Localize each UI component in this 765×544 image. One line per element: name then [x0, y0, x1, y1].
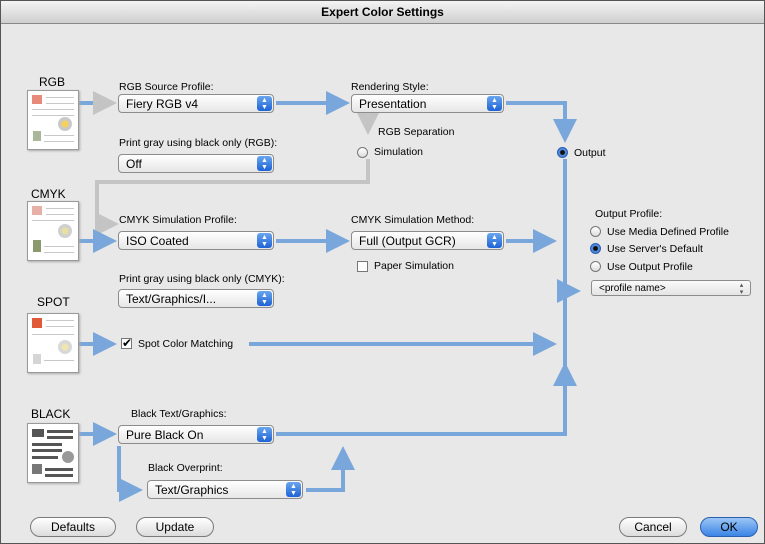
use-output-profile-radio[interactable] [590, 261, 601, 272]
expert-color-settings-window: Expert Color Settings RGB CMYK SPOT BLAC… [0, 0, 765, 544]
black-overprint-value: Text/Graphics [155, 483, 229, 497]
cmyk-document-icon [27, 201, 79, 261]
black-text-graphics-value: Pure Black On [126, 428, 204, 442]
rgb-gray-black-label: Print gray using black only (RGB): [119, 137, 278, 149]
use-servers-default-label: Use Server's Default [607, 243, 703, 255]
black-overprint-label: Black Overprint: [148, 462, 223, 474]
rgb-gray-black-value: Off [126, 157, 142, 171]
updown-arrows-icon: ▲ ▼ [487, 233, 502, 248]
updown-arrows-icon: ▲ ▼ [257, 427, 272, 442]
cmyk-gray-black-value: Text/Graphics/I... [126, 292, 217, 306]
cmyk-gray-black-label: Print gray using black only (CMYK): [119, 273, 285, 285]
black-document-icon [27, 423, 79, 483]
cmyk-simulation-profile-label: CMYK Simulation Profile: [119, 214, 237, 226]
rgb-source-profile-value: Fiery RGB v4 [126, 97, 199, 111]
rgb-document-icon [27, 90, 79, 150]
section-label-spot: SPOT [37, 295, 70, 309]
updown-arrows-icon: ▲ ▼ [257, 233, 272, 248]
rendering-style-label: Rendering Style: [351, 81, 429, 93]
profile-name-popup[interactable]: <profile name> ▴ ▾ [591, 280, 751, 296]
defaults-button[interactable]: Defaults [30, 517, 116, 537]
use-media-defined-profile-label: Use Media Defined Profile [607, 226, 729, 238]
black-text-graphics-label: Black Text/Graphics: [131, 408, 227, 420]
updown-arrows-icon: ▲ ▼ [487, 96, 502, 111]
black-text-graphics-popup[interactable]: Pure Black On ▲ ▼ [118, 425, 274, 444]
cancel-button[interactable]: Cancel [619, 517, 687, 537]
use-output-profile-label: Use Output Profile [607, 261, 693, 273]
rgb-separation-label: RGB Separation [378, 126, 455, 138]
updown-arrows-icon: ▲ ▼ [286, 482, 301, 497]
profile-name-value: <profile name> [599, 283, 666, 294]
spot-color-matching-checkbox[interactable] [121, 336, 132, 350]
section-label-rgb: RGB [39, 75, 66, 89]
rgb-separation-output-radio[interactable] [557, 147, 568, 158]
spot-color-matching-label: Spot Color Matching [138, 338, 234, 350]
use-media-defined-profile-radio[interactable] [590, 226, 601, 237]
cmyk-simulation-method-popup[interactable]: Full (Output GCR) ▲ ▼ [351, 231, 504, 250]
rgb-gray-black-popup[interactable]: Off ▲ ▼ [118, 154, 274, 173]
updown-arrows-icon: ▴ ▾ [739, 282, 744, 296]
simulation-label: Simulation [374, 146, 424, 158]
ok-button[interactable]: OK [700, 517, 758, 537]
updown-arrows-icon: ▲ ▼ [257, 291, 272, 306]
cmyk-simulation-method-label: CMYK Simulation Method: [351, 214, 475, 226]
cmyk-simulation-profile-popup[interactable]: ISO Coated ▲ ▼ [118, 231, 274, 250]
use-servers-default-radio[interactable] [590, 243, 601, 254]
updown-arrows-icon: ▲ ▼ [257, 96, 272, 111]
black-overprint-popup[interactable]: Text/Graphics ▲ ▼ [147, 480, 303, 499]
rgb-source-profile-label: RGB Source Profile: [119, 81, 214, 93]
rgb-source-profile-popup[interactable]: Fiery RGB v4 ▲ ▼ [118, 94, 274, 113]
spot-document-icon [27, 313, 79, 373]
output-profile-label: Output Profile: [595, 208, 663, 220]
rendering-style-popup[interactable]: Presentation ▲ ▼ [351, 94, 504, 113]
cmyk-simulation-profile-value: ISO Coated [126, 234, 189, 248]
updown-arrows-icon: ▲ ▼ [257, 156, 272, 171]
section-label-black: BLACK [31, 407, 71, 421]
rendering-style-value: Presentation [359, 97, 427, 111]
output-label: Output [574, 147, 606, 159]
update-button[interactable]: Update [136, 517, 214, 537]
paper-simulation-label: Paper Simulation [374, 260, 454, 272]
cmyk-gray-black-popup[interactable]: Text/Graphics/I... ▲ ▼ [118, 289, 274, 308]
rgb-separation-simulation-radio[interactable] [357, 147, 368, 158]
paper-simulation-checkbox[interactable] [357, 261, 368, 272]
section-label-cmyk: CMYK [31, 187, 66, 201]
cmyk-simulation-method-value: Full (Output GCR) [359, 234, 456, 248]
